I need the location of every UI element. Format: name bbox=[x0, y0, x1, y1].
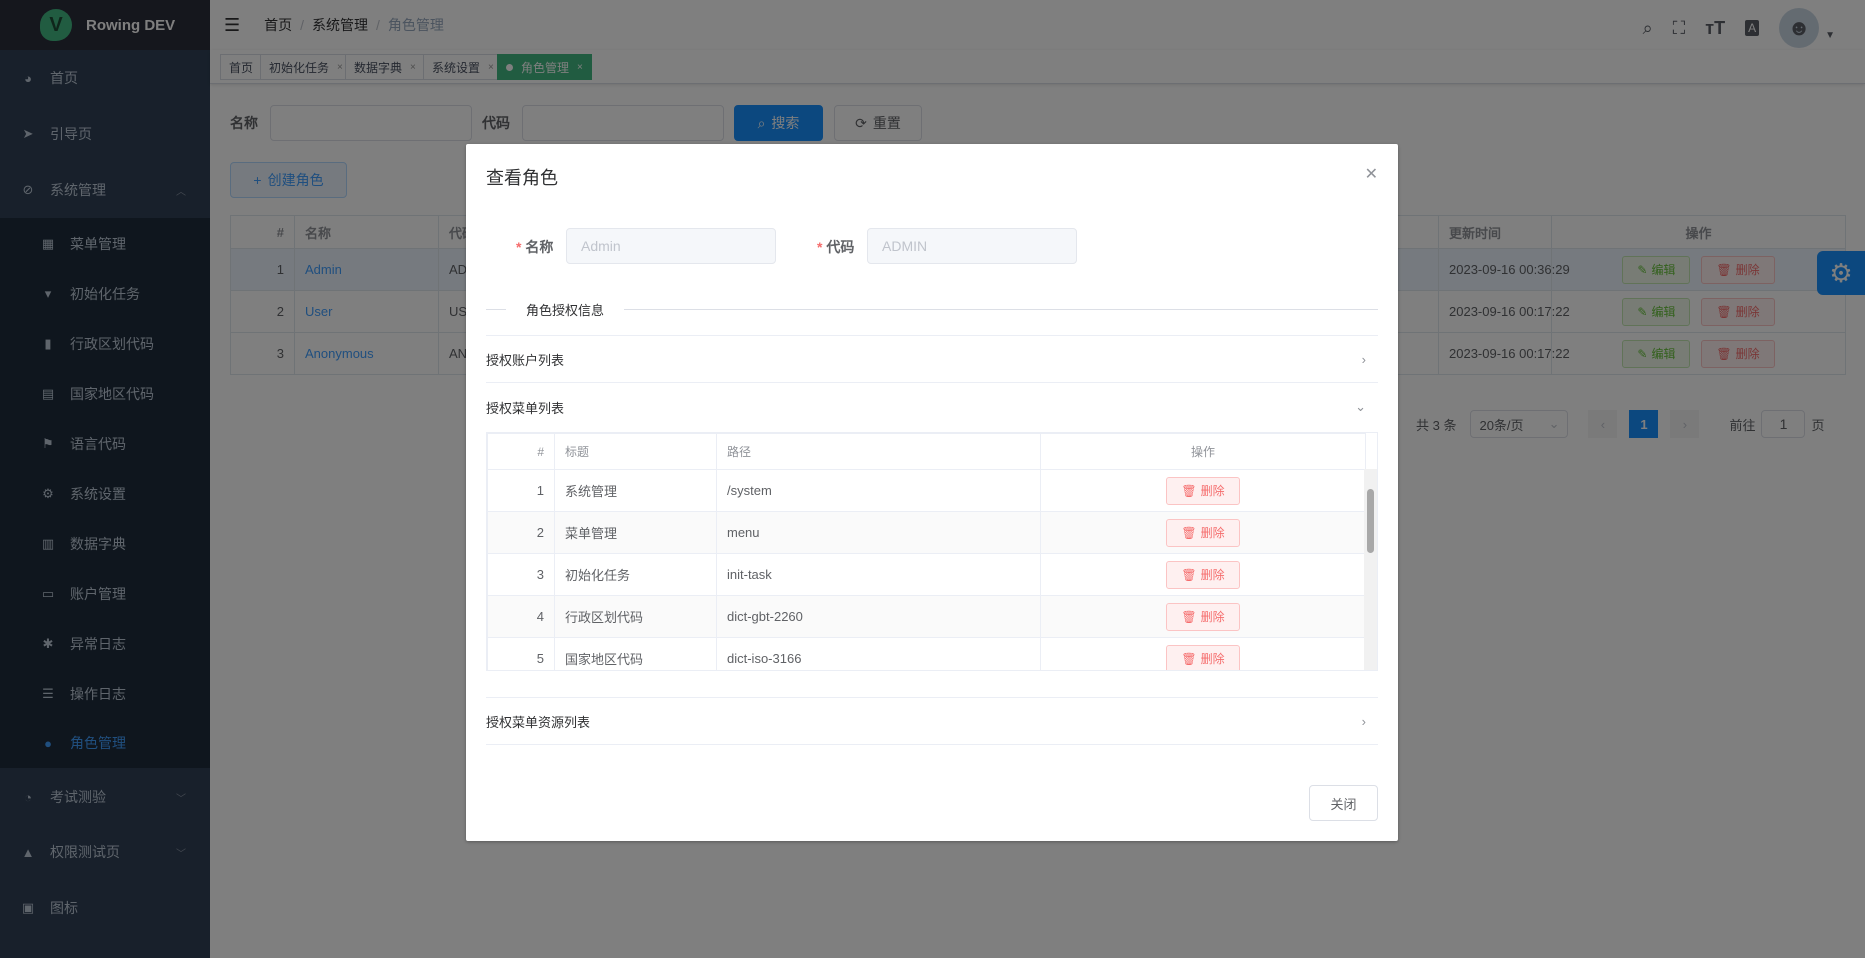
menu-title: 初始化任务 bbox=[554, 553, 717, 596]
divider-text: 角色授权信息 bbox=[506, 300, 625, 319]
trash-icon: 🗑 bbox=[1181, 525, 1197, 540]
required-mark: * bbox=[817, 239, 823, 255]
menus-table-wrapper: # 标题 路径 操作 1 系统管理/system 🗑 删除 2 菜单管理 menu 🗑 删除 3 初… bbox=[486, 432, 1378, 671]
table-row: 4 行政区划代码 dict-gbt-2260 🗑 删除 bbox=[487, 595, 1366, 638]
chevron-right-icon: › bbox=[1361, 351, 1366, 367]
row-index: 4 bbox=[487, 595, 555, 638]
chevron-right-icon: › bbox=[1361, 713, 1366, 729]
trash-icon: 🗑 bbox=[1181, 483, 1197, 498]
delete-button[interactable]: 🗑删除 bbox=[1166, 476, 1240, 505]
role-name-field[interactable]: Admin bbox=[566, 228, 776, 264]
name-label: 名称 bbox=[525, 239, 554, 255]
menus-table: # 标题 路径 操作 1 系统管理/system 🗑 删除 2 菜单管理 menu 🗑 删除 3 初… bbox=[487, 433, 1366, 670]
row-index: 3 bbox=[487, 553, 555, 596]
code-label: 代码 bbox=[826, 239, 855, 255]
table-row: 5 国家地区代码 dict-iso-3166 🗑 删除 bbox=[487, 637, 1366, 670]
row-index: 1 bbox=[487, 469, 555, 512]
delete-label: 删除 bbox=[1200, 484, 1225, 498]
section-accounts[interactable]: 授权账户列表 › bbox=[486, 335, 1378, 383]
col-title: 标题 bbox=[554, 433, 717, 470]
delete-button[interactable]: 🗑删除 bbox=[1166, 518, 1240, 547]
delete-label: 删除 bbox=[1200, 526, 1225, 540]
menu-title: 行政区划代码 bbox=[554, 595, 717, 638]
col-path: 路径 bbox=[716, 433, 1041, 470]
close-icon[interactable]: ✕ bbox=[1365, 164, 1378, 184]
scrollbar-thumb[interactable] bbox=[1367, 489, 1374, 553]
view-role-dialog: 查看角色 ✕ * 名称 Admin * 代码 ADMIN 角色授权信息 授权账户… bbox=[466, 144, 1398, 841]
delete-button[interactable]: 🗑删除 bbox=[1166, 602, 1240, 631]
menu-title: 系统管理 bbox=[554, 469, 717, 512]
menu-title: 菜单管理 bbox=[554, 511, 717, 554]
required-mark: * bbox=[516, 239, 522, 255]
section-menus-label: 授权菜单列表 bbox=[486, 400, 565, 416]
menu-path: menu bbox=[716, 511, 1041, 554]
delete-label: 删除 bbox=[1200, 568, 1225, 582]
delete-label: 删除 bbox=[1200, 610, 1225, 624]
col-index: # bbox=[487, 433, 555, 470]
delete-label: 删除 bbox=[1200, 652, 1225, 666]
section-menus[interactable]: 授权菜单列表 ⌄ bbox=[486, 383, 1378, 431]
section-resources-label: 授权菜单资源列表 bbox=[486, 714, 591, 730]
chevron-down-icon: ⌄ bbox=[1355, 399, 1366, 414]
role-code-field[interactable]: ADMIN bbox=[867, 228, 1077, 264]
menu-path: dict-iso-3166 bbox=[716, 637, 1041, 670]
menu-path: init-task bbox=[716, 553, 1041, 596]
trash-icon: 🗑 bbox=[1181, 651, 1197, 666]
delete-button[interactable]: 🗑删除 bbox=[1166, 644, 1240, 670]
menu-title: 国家地区代码 bbox=[554, 637, 717, 670]
table-row: 1 系统管理/system 🗑 删除 bbox=[487, 469, 1366, 512]
table-row: 3 初始化任务 init-task 🗑 删除 bbox=[487, 553, 1366, 596]
row-index: 2 bbox=[487, 511, 555, 554]
delete-button[interactable]: 🗑删除 bbox=[1166, 560, 1240, 589]
menu-path: /system bbox=[716, 469, 1041, 512]
section-accounts-label: 授权账户列表 bbox=[486, 352, 565, 368]
close-button[interactable]: 关闭 bbox=[1309, 785, 1378, 821]
col-actions: 操作 bbox=[1040, 433, 1366, 470]
dialog-title: 查看角色 bbox=[486, 168, 558, 188]
trash-icon: 🗑 bbox=[1181, 609, 1197, 624]
table-row: 2 菜单管理 menu 🗑 删除 bbox=[487, 511, 1366, 554]
section-resources[interactable]: 授权菜单资源列表 › bbox=[486, 697, 1378, 745]
scrollbar[interactable] bbox=[1364, 469, 1377, 670]
trash-icon: 🗑 bbox=[1181, 567, 1197, 582]
row-index: 5 bbox=[487, 637, 555, 670]
menu-path: dict-gbt-2260 bbox=[716, 595, 1041, 638]
